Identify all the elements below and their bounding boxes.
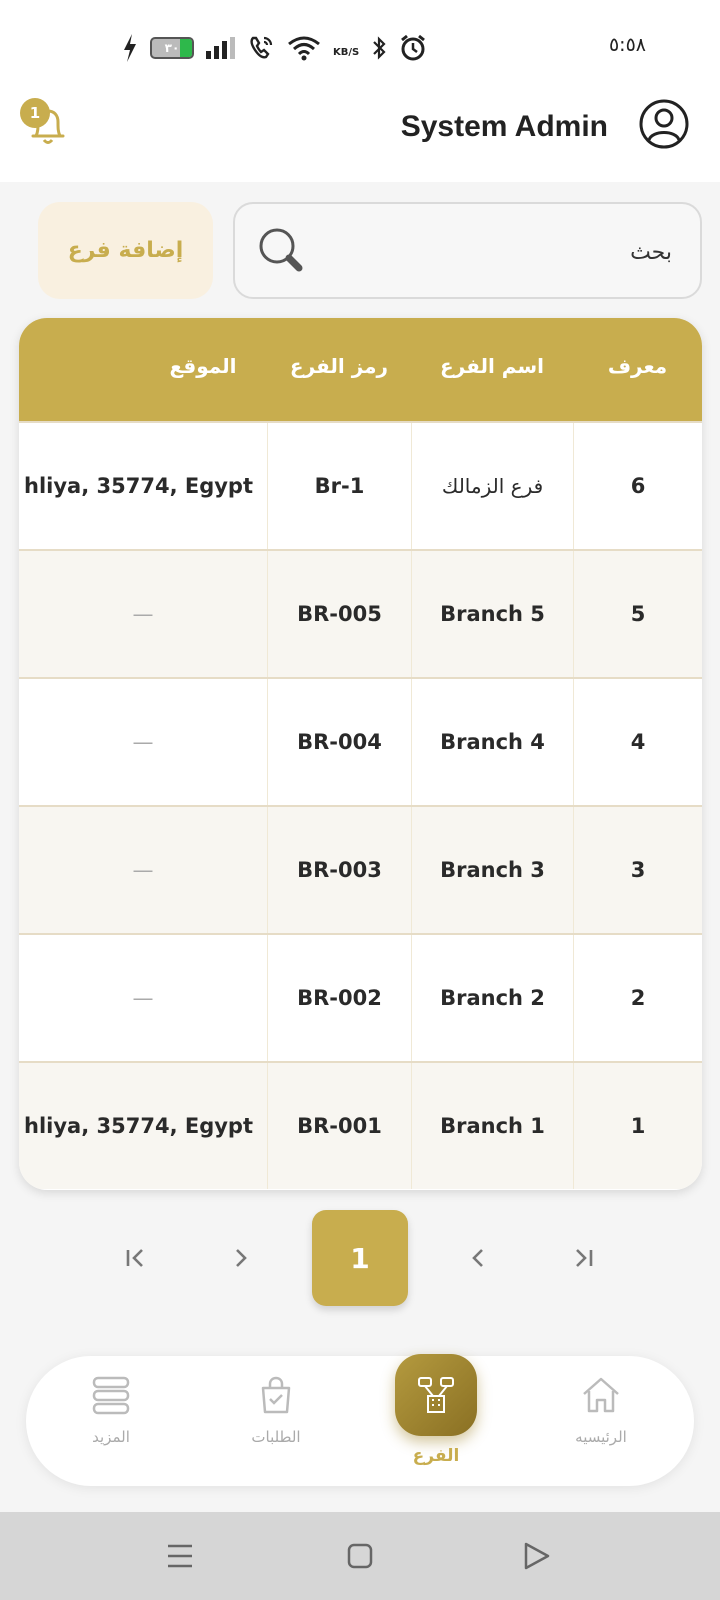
- nav-label-home: الرئيسيه: [575, 1428, 627, 1446]
- battery-icon: ٣٠: [150, 37, 194, 59]
- pagination: 1: [0, 1210, 720, 1310]
- cell-id: 3: [573, 807, 702, 933]
- battery-level: ٣٠: [164, 41, 180, 55]
- table-row[interactable]: — BR-005 Branch 5 5: [19, 549, 702, 677]
- status-bar: ٣٠ KB/S ٥:٥٨: [0, 0, 720, 92]
- cell-name: Branch 3: [411, 807, 573, 933]
- cell-location: —: [132, 602, 154, 626]
- menu-stack-icon: [92, 1376, 130, 1415]
- wifi-icon: [288, 36, 320, 61]
- cell-id: 5: [573, 551, 702, 677]
- nav-item-home[interactable]: الرئيسيه: [536, 1374, 666, 1446]
- cell-name: فرع الزمالك: [411, 423, 573, 549]
- cell-location: hliya, 35774, Egypt: [24, 474, 253, 498]
- cell-name: Branch 2: [411, 935, 573, 1061]
- bluetooth-icon: [373, 36, 386, 60]
- cell-code: BR-002: [267, 935, 411, 1061]
- cell-location: —: [132, 986, 154, 1010]
- search-input[interactable]: [372, 234, 672, 270]
- signal-icon: [206, 37, 235, 59]
- table-row[interactable]: — BR-004 Branch 4 4: [19, 677, 702, 805]
- add-branch-button[interactable]: إضافة فرع: [38, 202, 213, 299]
- user-name: System Admin: [400, 110, 608, 143]
- first-page-icon[interactable]: [88, 1210, 184, 1306]
- cell-code: BR-001: [267, 1063, 411, 1189]
- branches-table: معرف اسم الفرع رمز الفرع الموقع hliya, 3…: [19, 318, 702, 1190]
- search-box[interactable]: [233, 202, 702, 299]
- cell-id: 4: [573, 679, 702, 805]
- cell-code: BR-005: [267, 551, 411, 677]
- chevron-right-icon[interactable]: [193, 1210, 289, 1306]
- cell-location: —: [132, 858, 154, 882]
- nav-label-more: المزيد: [92, 1428, 130, 1446]
- nav-label-orders: الطلبات: [251, 1428, 301, 1446]
- app-header: System Admin: [0, 92, 720, 182]
- column-header-location[interactable]: الموقع: [139, 354, 267, 378]
- table-header: معرف اسم الفرع رمز الفرع الموقع: [19, 318, 702, 421]
- cell-name: Branch 5: [411, 551, 573, 677]
- column-header-code[interactable]: رمز الفرع: [267, 354, 411, 378]
- clock: ٥:٥٨: [608, 34, 646, 56]
- home-icon: [583, 1377, 619, 1413]
- cell-name: Branch 1: [411, 1063, 573, 1189]
- network-speed: KB/S: [333, 47, 360, 58]
- back-button-icon[interactable]: [512, 1532, 560, 1580]
- flash-icon: [124, 34, 136, 62]
- nav-item-orders[interactable]: الطلبات: [211, 1374, 341, 1446]
- profile-avatar-icon[interactable]: [638, 98, 690, 150]
- cell-code: BR-004: [267, 679, 411, 805]
- cell-id: 1: [573, 1063, 702, 1189]
- current-page-button[interactable]: 1: [312, 1210, 408, 1306]
- home-button-icon[interactable]: [336, 1532, 384, 1580]
- search-icon[interactable]: [255, 224, 309, 278]
- table-row[interactable]: — BR-002 Branch 2 2: [19, 933, 702, 1061]
- last-page-icon[interactable]: [535, 1210, 631, 1306]
- status-icons: ٣٠ KB/S: [122, 30, 427, 66]
- cell-name: Branch 4: [411, 679, 573, 805]
- branch-icon: [418, 1377, 454, 1413]
- cell-location: hliya, 35774, Egypt: [24, 1114, 253, 1138]
- notification-badge: 1: [20, 98, 50, 128]
- table-row[interactable]: — BR-003 Branch 3 3: [19, 805, 702, 933]
- cell-id: 6: [573, 423, 702, 549]
- cell-id: 2: [573, 935, 702, 1061]
- nav-item-more[interactable]: المزيد: [46, 1374, 176, 1446]
- column-header-name[interactable]: اسم الفرع: [411, 354, 573, 378]
- cell-code: BR-003: [267, 807, 411, 933]
- recent-apps-icon[interactable]: [156, 1532, 204, 1580]
- cell-location: —: [132, 730, 154, 754]
- cell-code: Br-1: [267, 423, 411, 549]
- bottom-navigation: المزيد الطلبات الفرع الرئيسيه: [26, 1354, 694, 1486]
- nav-item-branch[interactable]: الفرع: [371, 1354, 501, 1466]
- chevron-left-icon[interactable]: [430, 1210, 526, 1306]
- table-row[interactable]: hliya, 35774, Egypt BR-001 Branch 1 1: [19, 1061, 702, 1189]
- nav-active-bubble: [395, 1354, 477, 1436]
- column-header-id[interactable]: معرف: [573, 354, 702, 378]
- shopping-bag-icon: [261, 1376, 291, 1414]
- alarm-icon: [401, 34, 426, 61]
- table-row[interactable]: hliya, 35774, Egypt Br-1 فرع الزمالك 6: [19, 421, 702, 549]
- wifi-call-icon: [250, 36, 273, 59]
- system-navigation-bar: [0, 1512, 720, 1600]
- nav-label-branch: الفرع: [412, 1446, 460, 1466]
